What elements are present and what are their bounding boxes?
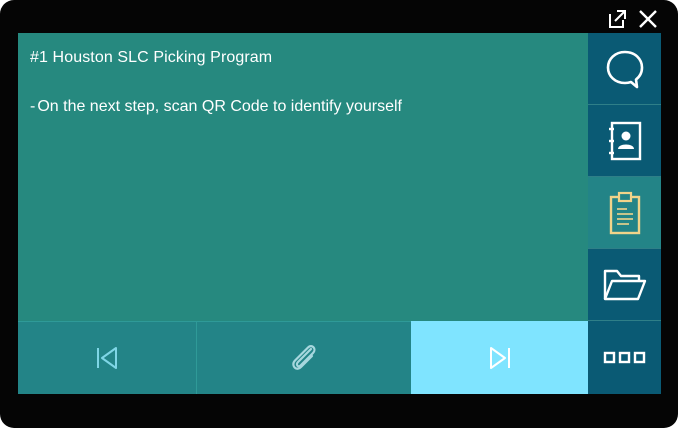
- device-frame: #1 Houston SLC Picking Program - On the n…: [0, 0, 678, 428]
- external-link-icon: [609, 10, 626, 28]
- step-navigation: [18, 321, 588, 394]
- close-icon: [639, 10, 657, 28]
- folder-open-icon: [603, 269, 646, 300]
- close-button[interactable]: [637, 8, 659, 30]
- step-content: #1 Houston SLC Picking Program - On the n…: [18, 33, 588, 321]
- sidebar: [588, 33, 661, 394]
- previous-step-button[interactable]: [18, 321, 197, 394]
- paperclip-icon: [292, 345, 316, 370]
- step-instruction: - On the next step, scan QR Code to ident…: [30, 98, 402, 116]
- skip-previous-icon: [97, 347, 117, 369]
- more-icon: [603, 351, 645, 363]
- app-screen: #1 Houston SLC Picking Program - On the n…: [18, 33, 661, 394]
- popout-button[interactable]: [606, 8, 628, 30]
- sidebar-item-contacts[interactable]: [588, 105, 661, 177]
- skip-next-icon: [489, 346, 510, 369]
- instruction-text: On the next step, scan QR Code to identi…: [37, 98, 402, 115]
- sidebar-item-clipboard[interactable]: [588, 177, 661, 249]
- sidebar-item-more[interactable]: [588, 321, 661, 394]
- attach-button[interactable]: [197, 321, 411, 394]
- step-title: #1 Houston SLC Picking Program: [30, 49, 273, 66]
- chat-bubble-icon: [606, 50, 643, 88]
- contact-book-icon: [608, 121, 641, 160]
- next-step-button[interactable]: [411, 321, 588, 394]
- instruction-bullet: -: [30, 98, 36, 115]
- sidebar-item-chat[interactable]: [588, 33, 661, 105]
- sidebar-item-files[interactable]: [588, 249, 661, 321]
- clipboard-icon: [609, 191, 640, 234]
